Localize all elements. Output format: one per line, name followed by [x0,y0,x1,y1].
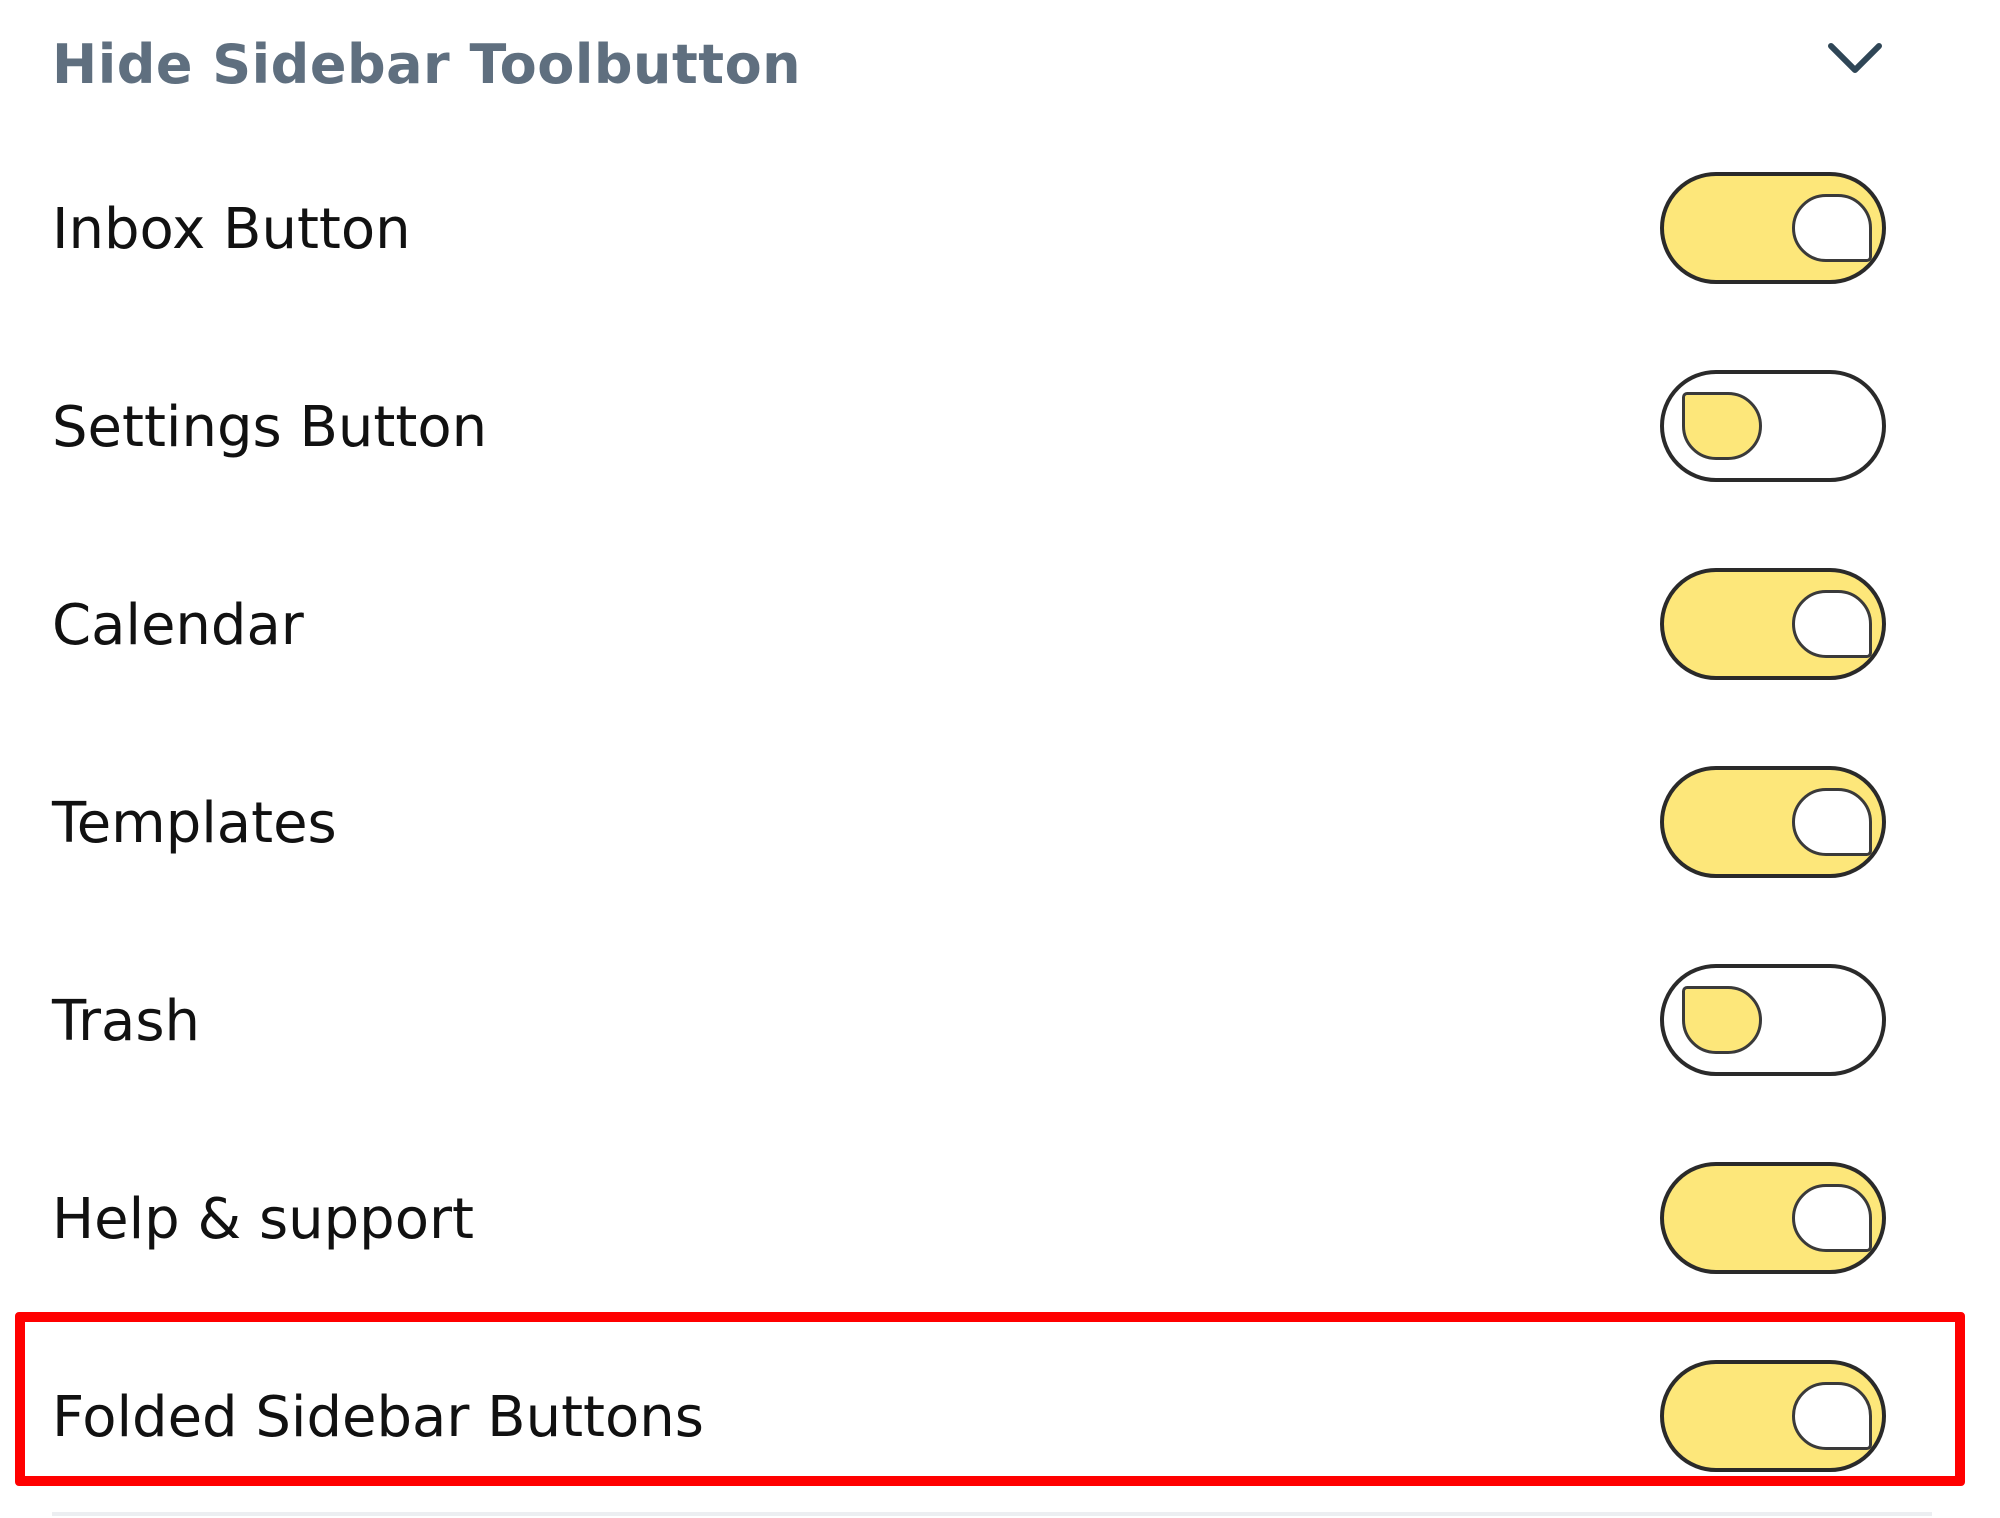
toggle-switch[interactable] [1660,1360,1886,1472]
setting-row-inbox-button: Inbox Button [0,150,2000,310]
setting-label: Trash [52,989,200,1054]
toggle-knob [1682,392,1762,460]
setting-label: Calendar [52,593,304,658]
setting-label: Folded Sidebar Buttons [52,1385,704,1450]
section-title: Hide Sidebar Toolbutton [52,33,802,96]
setting-row-trash: Trash [0,942,2000,1102]
setting-label: Templates [52,791,337,856]
setting-row-folded-sidebar-buttons: Folded Sidebar Buttons [0,1338,2000,1498]
setting-row-templates: Templates [0,744,2000,904]
toggle-knob [1682,986,1762,1054]
toggle-knob [1792,788,1872,856]
chevron-down-icon[interactable] [1823,30,1887,90]
toggle-switch[interactable] [1660,568,1886,680]
divider [52,1512,1932,1516]
section-header[interactable]: Hide Sidebar Toolbutton [0,0,2000,130]
toggle-switch[interactable] [1660,172,1886,284]
setting-row-calendar: Calendar [0,546,2000,706]
toggle-switch[interactable] [1660,1162,1886,1274]
setting-label: Settings Button [52,395,488,460]
toggle-switch[interactable] [1660,766,1886,878]
toggle-switch[interactable] [1660,370,1886,482]
setting-label: Inbox Button [52,197,411,262]
toggle-knob [1792,590,1872,658]
toggle-knob [1792,1184,1872,1252]
setting-row-help-support: Help & support [0,1140,2000,1300]
toggle-knob [1792,194,1872,262]
toggle-knob [1792,1382,1872,1450]
toggle-switch[interactable] [1660,964,1886,1076]
setting-row-settings-button: Settings Button [0,348,2000,508]
setting-label: Help & support [52,1187,474,1252]
